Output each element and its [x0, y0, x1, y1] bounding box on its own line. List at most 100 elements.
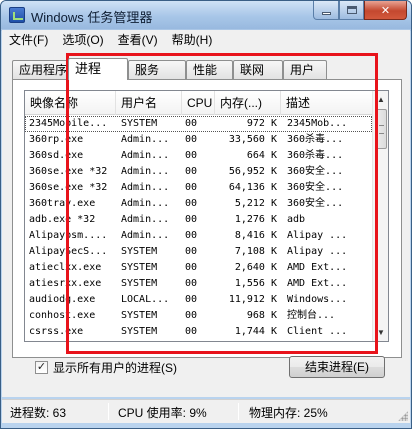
end-process-button[interactable]: 结束进程(E)	[289, 356, 385, 378]
menu-file[interactable]: 文件(F)	[2, 30, 55, 50]
close-button[interactable]: ✕	[364, 1, 407, 20]
menu-view[interactable]: 查看(V)	[111, 30, 165, 50]
process-description: 控制台...	[287, 310, 336, 321]
menu-help[interactable]: 帮助(H)	[165, 30, 220, 50]
process-cpu: 00	[185, 262, 198, 273]
maximize-button[interactable]	[339, 1, 364, 20]
process-image-name: csrss.exe	[29, 326, 84, 337]
column-cpu[interactable]: CPU	[182, 91, 215, 115]
process-image-name: 360se.exe *32	[29, 182, 108, 193]
vertical-scrollbar[interactable]: ▲ ▼	[372, 91, 388, 341]
window-title: Windows 任务管理器	[31, 10, 153, 25]
status-cpu-usage: CPU 使用率: 9%	[118, 406, 207, 420]
process-row[interactable]: 360se.exe *32 Admin... 00 64,136 K 360安全...	[25, 180, 372, 196]
process-image-name: 360sd.exe	[29, 150, 84, 161]
process-cpu: 00	[185, 214, 198, 225]
process-user-name: SYSTEM	[121, 278, 158, 289]
process-image-name: atiesrxx.exe	[29, 278, 102, 289]
tab-processes[interactable]: 进程	[68, 58, 128, 80]
menu-options[interactable]: 选项(O)	[55, 30, 110, 50]
column-user-name[interactable]: 用户名	[116, 91, 182, 115]
minimize-icon	[321, 11, 331, 15]
minimize-button[interactable]	[313, 1, 339, 20]
process-image-name: 360rp.exe	[29, 134, 84, 145]
process-row[interactable]: 360rp.exe Admin... 00 33,560 K 360杀毒...	[25, 132, 372, 148]
process-user-name: Admin...	[121, 182, 170, 193]
process-image-name: atieclxx.exe	[29, 262, 102, 273]
process-memory: 664 K	[246, 150, 277, 161]
process-description: Client ...	[287, 326, 348, 337]
column-memory[interactable]: 内存(...)	[215, 91, 281, 115]
process-row[interactable]: 2345Mobile... SYSTEM 00 972 K 2345Mob...	[25, 116, 372, 132]
process-row[interactable]: Alipaybsm.... Admin... 00 8,416 K Alipay ...	[25, 228, 372, 244]
status-separator	[238, 403, 239, 420]
process-image-name: 360se.exe *32	[29, 166, 108, 177]
process-cpu: 00	[185, 198, 198, 209]
process-memory: 64,136 K	[228, 182, 277, 193]
show-all-users-option[interactable]: ✓ 显示所有用户的进程(S)	[35, 359, 177, 375]
process-memory: 2,804 K	[221, 340, 277, 341]
scroll-down-icon[interactable]: ▼	[373, 324, 388, 341]
process-user-name: SYSTEM	[121, 262, 158, 273]
process-description: Windows...	[287, 294, 348, 305]
process-cpu: 00	[185, 118, 198, 129]
process-row[interactable]: conhost.exe SYSTEM 00 968 K 控制台...	[25, 308, 372, 324]
process-image-name: 2345Mobile...	[29, 118, 108, 129]
client-area: 应用程序 进程 服务 性能 联网 用户 映像名称 用户名 CPU 内存(...)…	[2, 50, 410, 397]
process-memory: 1,276 K	[234, 214, 277, 225]
show-all-users-label[interactable]: 显示所有用户的进程(S)	[53, 359, 177, 376]
process-cpu: 00	[185, 182, 198, 193]
process-cpu: 00	[185, 246, 198, 257]
tab-services[interactable]: 服务	[128, 60, 186, 79]
process-description: 2345Mob...	[287, 118, 348, 129]
process-image-name: csrss.exe	[29, 340, 117, 341]
status-physical-memory: 物理内存: 25%	[249, 406, 328, 420]
process-description: AMD Ext...	[287, 262, 348, 273]
tab-performance[interactable]: 性能	[186, 60, 233, 79]
task-manager-window: Windows 任务管理器 ✕ 文件(F) 选项(O) 查看(V) 帮助(H) …	[0, 0, 412, 429]
process-image-name: adb.exe *32	[29, 214, 96, 225]
process-row[interactable]: 360tray.exe Admin... 00 5,212 K 360安全...	[25, 196, 372, 212]
process-image-name: Alipaybsm....	[29, 230, 108, 241]
process-image-name: 360tray.exe	[29, 198, 96, 209]
column-image-name[interactable]: 映像名称	[25, 91, 116, 115]
process-description: Alipay ...	[287, 230, 348, 241]
process-memory: 1,744 K	[234, 326, 277, 337]
process-memory: 972 K	[246, 118, 277, 129]
process-cpu: 00	[185, 278, 198, 289]
process-cpu: 00	[185, 150, 198, 161]
process-row[interactable]: atieclxx.exe SYSTEM 00 2,640 K AMD Ext...	[25, 260, 372, 276]
tab-users[interactable]: 用户	[283, 60, 327, 79]
process-row[interactable]: atiesrxx.exe SYSTEM 00 1,556 K AMD Ext...	[25, 276, 372, 292]
process-list[interactable]: 映像名称 用户名 CPU 内存(...) 描述 2345Mobile... SYS…	[24, 90, 389, 342]
tab-networking[interactable]: 联网	[233, 60, 283, 79]
process-user-name: Admin...	[121, 198, 170, 209]
process-user-name: Admin...	[121, 134, 170, 145]
process-row[interactable]: audiodg.exe LOCAL... 00 11,912 K Windows...	[25, 292, 372, 308]
title-bar[interactable]: Windows 任务管理器 ✕	[1, 1, 411, 29]
process-row[interactable]: 360se.exe *32 Admin... 00 56,952 K 360安全...	[25, 164, 372, 180]
process-row[interactable]: adb.exe *32 Admin... 00 1,276 K adb	[25, 212, 372, 228]
process-row[interactable]: AlipaySecS... SYSTEM 00 7,108 K Alipay ...	[25, 244, 372, 260]
process-row[interactable]: 360sd.exe Admin... 00 664 K 360杀毒...	[25, 148, 372, 164]
resize-grip-icon[interactable]	[398, 411, 408, 421]
column-description[interactable]: 描述	[281, 91, 372, 115]
scroll-thumb[interactable]	[375, 109, 387, 149]
process-memory: 5,212 K	[234, 198, 277, 209]
task-manager-icon	[9, 7, 25, 23]
process-memory: 56,952 K	[228, 166, 277, 177]
show-all-users-checkbox[interactable]: ✓	[35, 360, 48, 374]
process-user-name: Admin...	[121, 230, 170, 241]
process-user-name: Admin...	[121, 214, 170, 225]
process-row[interactable]: csrss.exe SYSTEM 00 1,744 K Client ...	[25, 324, 372, 340]
process-row[interactable]: csrss.exe SYSTEM00 2,804 K Client ...	[25, 340, 372, 341]
scroll-up-icon[interactable]: ▲	[373, 91, 388, 108]
close-icon: ✕	[380, 4, 391, 17]
process-user-name: SYSTEM	[121, 326, 158, 337]
tab-applications[interactable]: 应用程序	[12, 60, 68, 79]
process-description: adb	[287, 214, 306, 225]
status-separator	[108, 403, 109, 420]
process-user-name: SYSTEM	[121, 118, 158, 129]
process-image-name: audiodg.exe	[29, 294, 96, 305]
process-user-name: Admin...	[121, 166, 170, 177]
